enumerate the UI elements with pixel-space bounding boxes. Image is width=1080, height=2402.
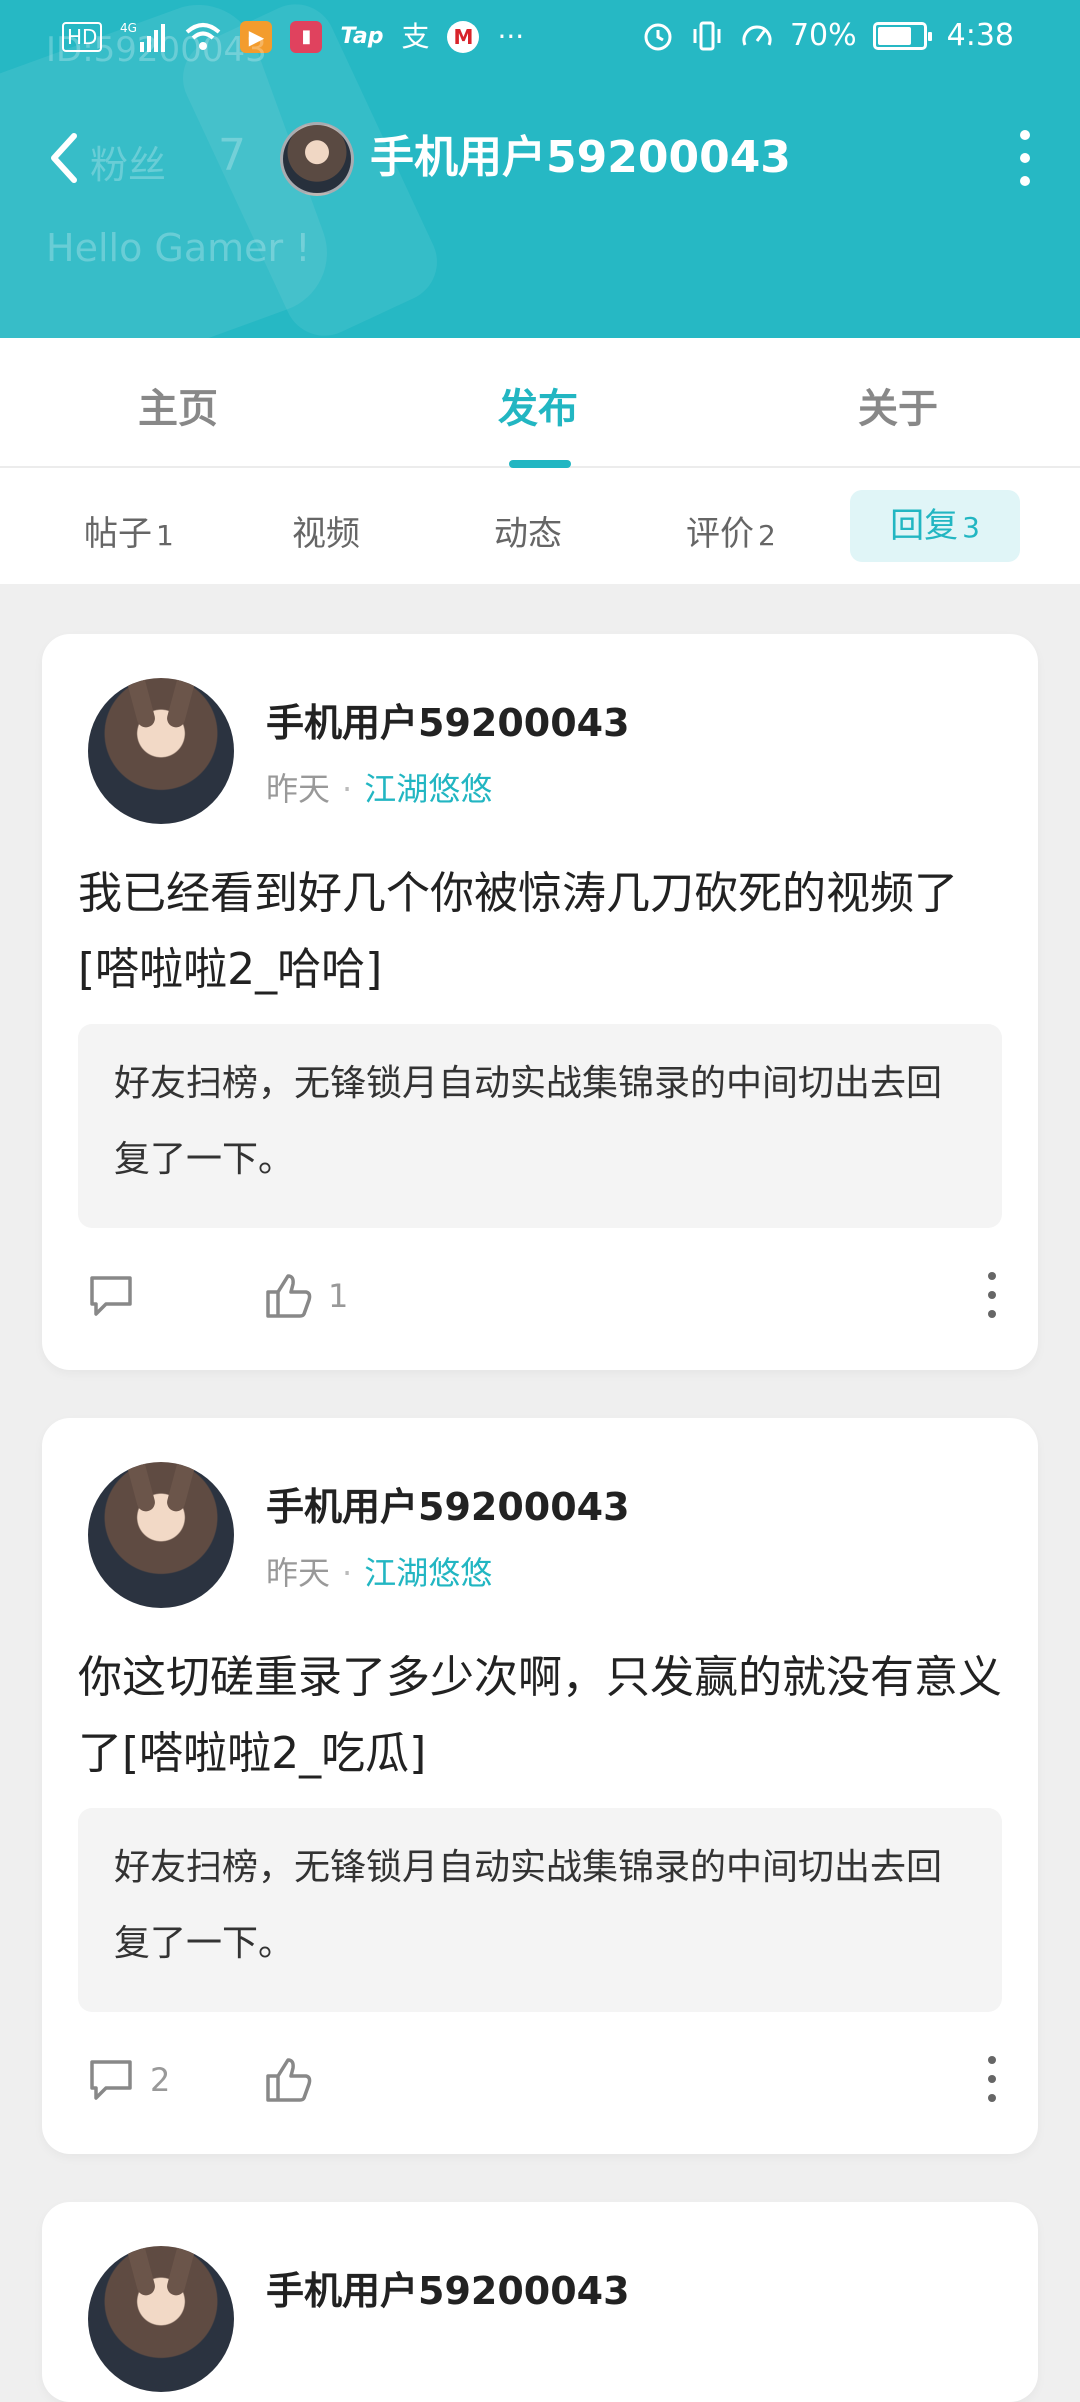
profile-header: HD 4G ▶ ▮ Tap 支 M ··· 70% 4:38 ID:592000… bbox=[0, 0, 1080, 338]
like-button[interactable] bbox=[264, 2056, 328, 2104]
subtab-label: 视频 bbox=[292, 514, 360, 554]
reply-card[interactable]: 手机用户59200043 昨天 · 江湖悠悠 你这切磋重录了多少次啊，只发赢的就没有… bbox=[42, 1418, 1038, 2154]
thumbs-up-icon bbox=[266, 1274, 312, 1318]
main-tabs: 主页 发布 关于 bbox=[0, 338, 1080, 468]
card-more-button[interactable] bbox=[982, 2056, 1002, 2102]
quoted-post[interactable]: 好友扫榜，无锋锁月自动实战集锦录的中间切出去回复了一下。 bbox=[78, 1024, 1002, 1228]
vibrate-icon bbox=[690, 19, 724, 53]
subtab-replies[interactable]: 回复 3 bbox=[850, 490, 1020, 562]
sub-tabs: 帖子 1 视频 动态 评价 2 回复 3 bbox=[0, 468, 1080, 584]
speed-icon bbox=[740, 19, 774, 53]
tab-home[interactable]: 主页 bbox=[138, 376, 218, 434]
subtab-activity[interactable]: 动态 bbox=[494, 506, 562, 555]
avatar[interactable] bbox=[88, 678, 234, 824]
username[interactable]: 手机用户59200043 bbox=[266, 2260, 630, 2315]
avatar[interactable] bbox=[88, 1462, 234, 1608]
post-meta: 昨天 · 江湖悠悠 bbox=[266, 1554, 493, 1592]
active-tab-indicator bbox=[509, 460, 571, 468]
faded-user-id: ID:59200043 bbox=[46, 30, 267, 70]
like-button[interactable]: 1 bbox=[264, 1272, 348, 1320]
faded-fans-label: 粉丝 bbox=[90, 143, 167, 187]
thumbs-up-icon bbox=[266, 2058, 312, 2102]
subtab-count: 1 bbox=[156, 519, 174, 552]
more-icon: ··· bbox=[497, 20, 525, 53]
header-avatar[interactable] bbox=[280, 122, 354, 196]
reply-content: 你这切磋重录了多少次啊，只发赢的就没有意义了[嗒啦啦2_吃瓜] bbox=[78, 1652, 1002, 1779]
card-actions: 2 bbox=[86, 2048, 1002, 2112]
quoted-post[interactable]: 好友扫榜，无锋锁月自动实战集锦录的中间切出去回复了一下。 bbox=[78, 1808, 1002, 2012]
taptap-icon: Tap bbox=[340, 24, 384, 49]
battery-percent: 70% bbox=[789, 18, 857, 53]
subtab-posts[interactable]: 帖子 1 bbox=[84, 506, 174, 555]
clock: 4:38 bbox=[946, 18, 1014, 53]
reply-content: 我已经看到好几个你被惊涛几刀砍死的视频了[嗒啦啦2_哈哈] bbox=[78, 868, 958, 995]
username[interactable]: 手机用户59200043 bbox=[266, 1476, 630, 1531]
tab-about[interactable]: 关于 bbox=[858, 376, 938, 434]
subtab-label: 帖子 bbox=[84, 514, 152, 554]
subtab-label: 动态 bbox=[494, 514, 562, 554]
comment-button[interactable]: 2 bbox=[86, 2056, 170, 2104]
alipay-icon: 支 bbox=[401, 20, 430, 53]
circle-link[interactable]: 江湖悠悠 bbox=[364, 1554, 492, 1592]
chevron-left-icon bbox=[51, 133, 77, 183]
bank-app-icon: M bbox=[447, 21, 480, 53]
more-options-button[interactable] bbox=[1010, 130, 1040, 186]
comment-button[interactable] bbox=[86, 1272, 150, 1320]
post-meta: 昨天 · 江湖悠悠 bbox=[266, 770, 493, 808]
avatar[interactable] bbox=[88, 2246, 234, 2392]
alarm-icon bbox=[642, 19, 674, 53]
card-more-button[interactable] bbox=[982, 1272, 1002, 1318]
faded-bio: Hello Gamer ! bbox=[46, 226, 311, 270]
subtab-label: 评价 bbox=[686, 514, 754, 554]
comment-icon bbox=[90, 2060, 132, 2100]
subtab-reviews[interactable]: 评价 2 bbox=[686, 506, 776, 555]
subtab-label: 回复 bbox=[890, 506, 959, 546]
subtab-count: 2 bbox=[758, 519, 776, 552]
comment-icon bbox=[90, 1276, 132, 1316]
reply-card[interactable]: 手机用户59200043 昨天 · 江湖悠悠 我已经看到好几个你被惊涛几刀砍死的视频… bbox=[42, 634, 1038, 1370]
faded-fans-count: 7 bbox=[218, 130, 246, 181]
page-title: 手机用户59200043 bbox=[370, 132, 791, 183]
subtab-count: 3 bbox=[962, 511, 980, 544]
subtab-videos[interactable]: 视频 bbox=[292, 506, 360, 555]
battery-icon bbox=[872, 21, 932, 50]
back-button[interactable] bbox=[40, 128, 90, 188]
quoted-text: 好友扫榜，无锋锁月自动实战集锦录的中间切出去回复了一下。 bbox=[114, 1847, 943, 1964]
comment-count: 2 bbox=[150, 2061, 171, 2099]
quoted-text: 好友扫榜，无锋锁月自动实战集锦录的中间切出去回复了一下。 bbox=[114, 1063, 943, 1180]
card-actions: 1 bbox=[86, 1264, 1002, 1328]
circle-link[interactable]: 江湖悠悠 bbox=[364, 770, 492, 808]
reply-card[interactable]: 手机用户59200043 bbox=[42, 2202, 1038, 2402]
tab-published[interactable]: 发布 bbox=[498, 376, 578, 434]
book-app-icon: ▮ bbox=[290, 21, 323, 53]
post-time: 昨天 bbox=[266, 770, 331, 808]
like-count: 1 bbox=[328, 1277, 349, 1315]
post-time: 昨天 bbox=[266, 1554, 331, 1592]
username[interactable]: 手机用户59200043 bbox=[266, 692, 630, 747]
